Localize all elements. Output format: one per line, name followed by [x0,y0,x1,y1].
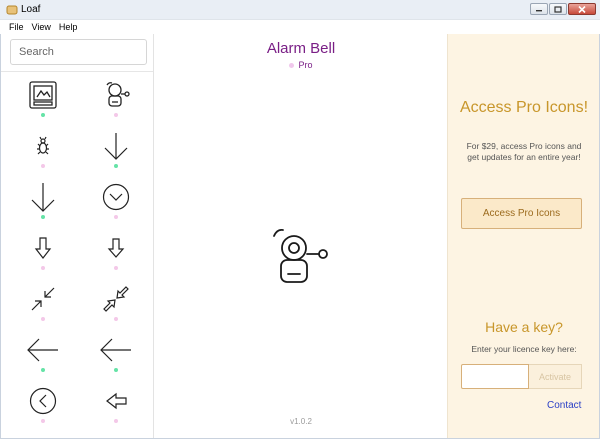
menu-help[interactable]: Help [59,22,78,32]
icon-tile-bug[interactable] [5,123,81,174]
menu-view[interactable]: View [32,22,51,32]
close-icon [578,5,586,13]
icon-tile-arrow-left-long[interactable] [5,327,81,378]
icon-tile-alarm-bell[interactable] [78,72,154,123]
arrows-collapse-diagonal-outline-icon [103,286,129,312]
minimize-button[interactable] [530,3,548,15]
pro-tier-dot [114,215,118,219]
app-icon [6,5,18,15]
pro-tier-dot [41,164,45,168]
license-key-input[interactable] [461,364,529,389]
icon-tile-arrow-left-long-alt[interactable] [78,327,154,378]
arrow-down-outline-icon [34,237,52,259]
icon-tile-arrow-left-circle[interactable] [5,378,81,429]
search-input[interactable] [11,40,146,64]
icon-grid [1,72,153,438]
search-box [10,39,147,65]
free-tier-dot [41,113,45,117]
maximize-icon [554,5,562,13]
arrow-left-long-alt-icon [100,338,131,362]
pro-tier-dot [114,419,118,423]
icon-tile-arrow-down-outline[interactable] [5,225,81,276]
arrow-down-circle-icon [102,183,130,211]
preview-icon-title: Alarm Bell [266,40,336,57]
pro-tier-dot [289,62,295,68]
pro-tier-dot [114,317,118,321]
pro-tier-dot [114,266,118,270]
arrow-down-thin-icon [104,133,128,160]
app-version: v1.0.2 [290,417,312,426]
activate-button[interactable]: Activate [529,364,582,389]
alarm-bell-icon [273,228,328,283]
monitor-icon [29,81,57,109]
maximize-button[interactable] [549,3,567,15]
pro-tier-dot [41,266,45,270]
license-key-description: Enter your licence key here: [471,344,577,354]
icon-tile-arrow-left-outline[interactable] [78,378,154,429]
arrow-down-long-icon [31,183,55,212]
free-tier-dot [114,368,118,372]
pro-tier-dot [41,419,45,423]
license-key-heading: Have a key? [485,319,563,335]
free-tier-dot [41,215,45,219]
preview-tier-label: Pro [298,60,313,70]
arrow-left-circle-icon [29,387,57,415]
preview-tier-badge: Pro [155,60,447,70]
minimize-icon [536,10,542,12]
pro-description: For $29, access Pro icons and get update… [466,141,582,162]
arrows-collapse-diagonal-icon [31,287,55,311]
icon-tile-monitor[interactable] [5,72,81,123]
access-pro-icons-button[interactable]: Access Pro Icons [461,198,582,229]
pro-tier-dot [41,317,45,321]
icon-tile-arrow-down-bold-outline[interactable] [78,225,154,276]
window-controls [530,3,596,15]
alarm-bell-icon [106,82,130,107]
free-tier-dot [41,368,45,372]
window-titlebar: Loaf [0,0,600,20]
pro-upsell-panel: Access Pro Icons! For $29, access Pro ic… [447,34,599,438]
arrow-left-outline-icon [106,392,127,410]
icon-tile-arrow-down-circle[interactable] [78,174,154,225]
icon-preview-panel: Alarm Bell Pro v1.0.2 [155,34,447,438]
icon-tile-arrows-collapse-diagonal[interactable] [5,276,81,327]
pro-tier-dot [114,113,118,117]
icon-sidebar [1,34,154,438]
menu-bar: File View Help [0,20,600,34]
icon-tile-arrows-collapse-diagonal-outline[interactable] [78,276,154,327]
icon-tile-arrow-down-long[interactable] [5,174,81,225]
arrow-down-bold-outline-icon [107,238,125,258]
pro-heading: Access Pro Icons! [459,99,589,116]
icon-tile-arrow-down-thin[interactable] [78,123,154,174]
menu-file[interactable]: File [9,22,24,32]
window-title: Loaf [21,4,41,15]
arrow-left-long-icon [27,338,58,362]
contact-link[interactable]: Contact [547,400,581,411]
bug-icon [37,136,49,155]
free-tier-dot [114,164,118,168]
close-button[interactable] [568,3,596,15]
